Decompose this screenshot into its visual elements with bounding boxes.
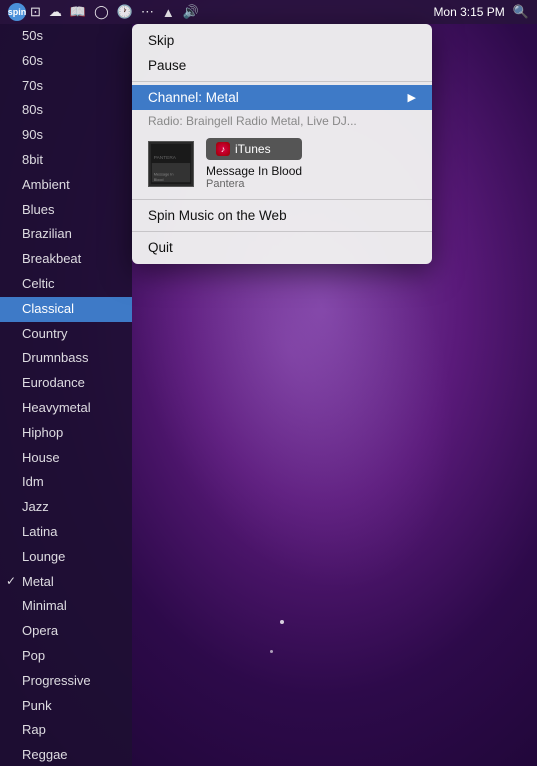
wifi-icon[interactable]: ▲	[162, 5, 175, 20]
book-icon[interactable]: 📖	[70, 4, 86, 20]
menubar-right: Mon 3:15 PM 🔍	[433, 4, 529, 20]
menubar-icons: ⊡ ☁ 📖 ◯ 🕐 ⋯ ▲ 🔊	[30, 4, 199, 20]
channel-arrow-icon: ▶	[408, 91, 416, 104]
web-menu-item[interactable]: Spin Music on the Web	[132, 203, 432, 228]
quit-menu-item[interactable]: Quit	[132, 235, 432, 260]
sidebar-item-hiphop[interactable]: Hiphop	[0, 421, 132, 446]
album-art-inner: PANTERA Message In Blood	[149, 142, 193, 186]
menubar: spin ⊡ ☁ 📖 ◯ 🕐 ⋯ ▲ 🔊 Mon 3:15 PM 🔍	[0, 0, 537, 24]
itunes-label: iTunes	[235, 142, 271, 156]
song-title: Message In Blood	[206, 164, 302, 178]
sidebar-item-lounge[interactable]: Lounge	[0, 545, 132, 570]
sidebar-item-metal[interactable]: Metal	[0, 570, 132, 595]
star-decoration	[280, 620, 284, 624]
sidebar-item-latina[interactable]: Latina	[0, 520, 132, 545]
sidebar-item-classical[interactable]: Classical	[0, 297, 132, 322]
sidebar-item-90s[interactable]: 90s	[0, 123, 132, 148]
sidebar-item-country[interactable]: Country	[0, 322, 132, 347]
sidebar: 50s60s70s80s90s8bitAmbientBluesBrazilian…	[0, 24, 132, 766]
sidebar-item-80s[interactable]: 80s	[0, 98, 132, 123]
itunes-button[interactable]: ♪ iTunes	[206, 138, 302, 160]
svg-text:PANTERA: PANTERA	[154, 155, 177, 161]
sidebar-item-ambient[interactable]: Ambient	[0, 173, 132, 198]
sidebar-item-rap[interactable]: Rap	[0, 718, 132, 743]
clock-icon[interactable]: 🕐	[117, 4, 133, 20]
skip-menu-item[interactable]: Skip	[132, 28, 432, 53]
album-right: ♪ iTunes Message In Blood Pantera	[206, 138, 302, 190]
sidebar-item-jazz[interactable]: Jazz	[0, 495, 132, 520]
spin-app-icon[interactable]: spin	[8, 3, 26, 21]
sidebar-item-70s[interactable]: 70s	[0, 74, 132, 99]
volume-icon[interactable]: 🔊	[183, 4, 199, 20]
sidebar-item-blues[interactable]: Blues	[0, 198, 132, 223]
album-art: PANTERA Message In Blood	[148, 141, 194, 187]
song-info: Message In Blood Pantera	[206, 164, 302, 190]
sidebar-item-breakbeat[interactable]: Breakbeat	[0, 247, 132, 272]
itunes-logo-icon: ♪	[216, 142, 230, 156]
search-icon[interactable]: 🔍	[513, 4, 529, 20]
dots-icon[interactable]: ⋯	[141, 4, 154, 20]
separator-3	[132, 231, 432, 232]
sidebar-item-opera[interactable]: Opera	[0, 619, 132, 644]
window-icon[interactable]: ⊡	[30, 4, 41, 20]
channel-menu-item[interactable]: Channel: Metal ▶	[132, 85, 432, 110]
sidebar-item-60s[interactable]: 60s	[0, 49, 132, 74]
svg-text:Blood: Blood	[154, 178, 164, 182]
sidebar-item-reggae[interactable]: Reggae	[0, 743, 132, 766]
sidebar-item-eurodance[interactable]: Eurodance	[0, 371, 132, 396]
separator-1	[132, 81, 432, 82]
sidebar-item-brazilian[interactable]: Brazilian	[0, 222, 132, 247]
sidebar-item-idm[interactable]: Idm	[0, 470, 132, 495]
sidebar-item-50s[interactable]: 50s	[0, 24, 132, 49]
menubar-left: spin ⊡ ☁ 📖 ◯ 🕐 ⋯ ▲ 🔊	[8, 3, 199, 21]
sidebar-item-house[interactable]: House	[0, 446, 132, 471]
sidebar-item-8bit[interactable]: 8bit	[0, 148, 132, 173]
channel-label: Channel: Metal	[148, 90, 239, 105]
dropdown-menu: Skip Pause Channel: Metal ▶ Radio: Brain…	[132, 24, 432, 264]
menubar-time: Mon 3:15 PM	[433, 5, 504, 19]
album-art-svg: PANTERA Message In Blood	[149, 141, 193, 187]
star-decoration-2	[270, 650, 273, 653]
sidebar-item-progressive[interactable]: Progressive	[0, 669, 132, 694]
sidebar-item-minimal[interactable]: Minimal	[0, 594, 132, 619]
svg-text:Message In: Message In	[154, 172, 174, 176]
sidebar-item-drumnbass[interactable]: Drumnbass	[0, 346, 132, 371]
spin-icon-label: spin	[8, 7, 27, 17]
sidebar-item-punk[interactable]: Punk	[0, 694, 132, 719]
song-artist: Pantera	[206, 178, 302, 190]
radio-label: Radio: Braingell Radio Metal, Live DJ...	[132, 110, 432, 132]
sidebar-item-celtic[interactable]: Celtic	[0, 272, 132, 297]
cloud-icon[interactable]: ☁	[49, 4, 62, 20]
sidebar-item-pop[interactable]: Pop	[0, 644, 132, 669]
circle-icon[interactable]: ◯	[94, 4, 109, 20]
album-row: PANTERA Message In Blood ♪ iTunes Messag…	[132, 132, 432, 196]
pause-menu-item[interactable]: Pause	[132, 53, 432, 78]
sidebar-item-heavymetal[interactable]: Heavymetal	[0, 396, 132, 421]
separator-2	[132, 199, 432, 200]
